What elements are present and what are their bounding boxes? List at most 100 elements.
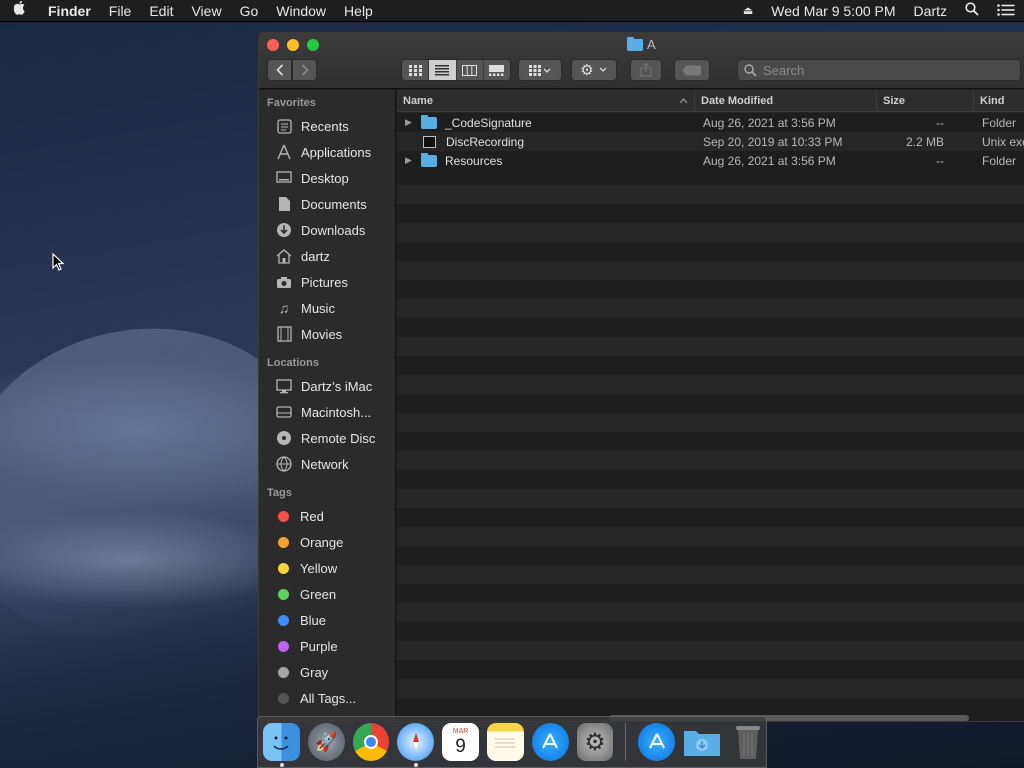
column-header-kind[interactable]: Kind xyxy=(974,90,1024,111)
menu-window[interactable]: Window xyxy=(268,3,336,19)
column-view-button[interactable] xyxy=(457,60,484,80)
dock-launchpad[interactable]: 🚀 xyxy=(307,723,345,761)
list-icon xyxy=(435,64,450,75)
sidebar-item-recents[interactable]: Recents xyxy=(259,113,395,139)
app-store-icon xyxy=(542,733,559,749)
close-window-button[interactable] xyxy=(267,39,279,51)
downloads-folder-icon xyxy=(684,731,721,756)
sidebar-item-documents[interactable]: Documents xyxy=(259,191,395,217)
sidebar-item-label: Network xyxy=(301,456,349,472)
apple-icon[interactable] xyxy=(0,0,40,20)
menu-go[interactable]: Go xyxy=(232,3,269,19)
film-icon xyxy=(275,325,293,343)
network-icon xyxy=(275,455,293,473)
eject-icon[interactable]: ⏏ xyxy=(734,4,762,17)
hard-drive-icon xyxy=(275,403,293,421)
minimize-window-button[interactable] xyxy=(287,39,299,51)
search-input[interactable] xyxy=(763,62,1003,78)
folder-icon xyxy=(421,114,437,129)
sidebar-item-label: Blue xyxy=(300,612,327,628)
search-field[interactable] xyxy=(737,59,1021,81)
sidebar-tag-purple[interactable]: Purple xyxy=(259,633,395,659)
tag-color-dot xyxy=(278,562,289,574)
dock-trash[interactable] xyxy=(729,723,766,761)
spotlight-search-icon[interactable] xyxy=(956,2,988,19)
menubar-user[interactable]: Dartz xyxy=(905,3,956,19)
tag-color-dot xyxy=(278,510,289,522)
column-header-date-modified[interactable]: Date Modified xyxy=(695,90,877,111)
table-row[interactable]: ▶ _CodeSignature Aug 26, 2021 at 3:56 PM… xyxy=(397,113,1024,132)
dock: 🚀 MAR 9 ⚙ xyxy=(257,716,767,768)
list-view-button[interactable] xyxy=(429,60,457,80)
sidebar-item-pictures[interactable]: Pictures xyxy=(259,269,395,295)
dock-finder[interactable] xyxy=(263,723,300,767)
file-rows: ▶ _CodeSignature Aug 26, 2021 at 3:56 PM… xyxy=(397,113,1024,170)
sidebar-tag-gray[interactable]: Gray xyxy=(259,659,395,685)
sidebar-item-downloads[interactable]: Downloads xyxy=(259,217,395,243)
sidebar-tag-yellow[interactable]: Yellow xyxy=(259,555,395,581)
zoom-window-button[interactable] xyxy=(307,39,319,51)
sidebar-tag-red[interactable]: Red xyxy=(259,503,395,529)
dock-system-preferences[interactable]: ⚙ xyxy=(576,723,614,761)
notification-center-icon[interactable] xyxy=(988,3,1024,19)
share-button[interactable] xyxy=(630,59,662,81)
sidebar-item-applications[interactable]: Applications xyxy=(259,139,395,165)
gallery-view-button[interactable] xyxy=(484,60,510,80)
menubar-clock[interactable]: Wed Mar 9 5:00 PM xyxy=(762,3,904,19)
group-by-button[interactable] xyxy=(518,59,562,81)
sidebar-item-music[interactable]: ♫ Music xyxy=(259,295,395,321)
action-button[interactable]: ⚙ xyxy=(571,59,617,81)
chrome-icon xyxy=(363,735,378,749)
notes-lines-icon xyxy=(495,738,516,748)
clock-icon xyxy=(275,117,293,135)
sidebar-tag-blue[interactable]: Blue xyxy=(259,607,395,633)
sidebar-item-home[interactable]: dartz xyxy=(259,243,395,269)
menu-file[interactable]: File xyxy=(101,3,142,19)
dock-chrome[interactable] xyxy=(352,723,390,761)
menu-app-name[interactable]: Finder xyxy=(40,3,101,19)
back-button[interactable] xyxy=(267,59,292,81)
dock-app-store[interactable] xyxy=(531,723,569,761)
folder-icon xyxy=(421,152,437,167)
sidebar-item-label: Purple xyxy=(300,638,338,654)
tags-button[interactable] xyxy=(674,59,710,81)
menu-help[interactable]: Help xyxy=(336,3,383,19)
sidebar-item-computer[interactable]: Dartz’s iMac xyxy=(259,373,395,399)
sidebar-item-label: dartz xyxy=(301,248,330,264)
sidebar-item-label: Remote Disc xyxy=(301,430,376,446)
sidebar-item-label: Dartz’s iMac xyxy=(301,378,373,394)
dock-app-store-folder[interactable] xyxy=(638,723,676,761)
column-header-name[interactable]: Name xyxy=(397,90,695,111)
search-icon xyxy=(744,63,757,77)
dock-safari[interactable] xyxy=(397,723,435,767)
sidebar-item-movies[interactable]: Movies xyxy=(259,321,395,347)
table-row[interactable]: ▶ Resources Aug 26, 2021 at 3:56 PM -- F… xyxy=(397,151,1024,170)
sidebar-item-label: All Tags... xyxy=(300,690,357,706)
disclosure-triangle-icon[interactable]: ▶ xyxy=(405,155,417,166)
sidebar-tag-green[interactable]: Green xyxy=(259,581,395,607)
sidebar-tag-orange[interactable]: Orange xyxy=(259,529,395,555)
menu-edit[interactable]: Edit xyxy=(141,3,183,19)
dock-downloads-folder[interactable] xyxy=(683,723,721,761)
applications-icon xyxy=(275,143,293,161)
table-row[interactable]: DiscRecording Sep 20, 2019 at 10:33 PM 2… xyxy=(397,132,1024,151)
sidebar-item-macintosh-hd[interactable]: Macintosh... xyxy=(259,399,395,425)
dock-notes[interactable] xyxy=(486,723,524,761)
sidebar-all-tags[interactable]: All Tags... xyxy=(259,685,395,711)
chevron-down-icon xyxy=(599,67,607,72)
icon-view-button[interactable] xyxy=(402,60,430,80)
menu-view[interactable]: View xyxy=(183,3,231,19)
sidebar-item-network[interactable]: Network xyxy=(259,451,395,477)
dock-calendar[interactable]: MAR 9 xyxy=(442,723,479,761)
column-header-size[interactable]: Size xyxy=(877,90,974,111)
sidebar-item-label: Desktop xyxy=(301,170,349,186)
sidebar-item-label: Movies xyxy=(301,326,343,342)
sort-ascending-icon xyxy=(679,97,688,103)
sidebar-item-remote-disc[interactable]: Remote Disc xyxy=(259,425,395,451)
dock-separator xyxy=(625,723,627,761)
sidebar-item-label: Recents xyxy=(301,118,349,134)
forward-button[interactable] xyxy=(292,59,317,81)
sidebar-item-desktop[interactable]: Desktop xyxy=(259,165,395,191)
columns-icon xyxy=(462,64,478,76)
disclosure-triangle-icon[interactable]: ▶ xyxy=(405,117,417,128)
